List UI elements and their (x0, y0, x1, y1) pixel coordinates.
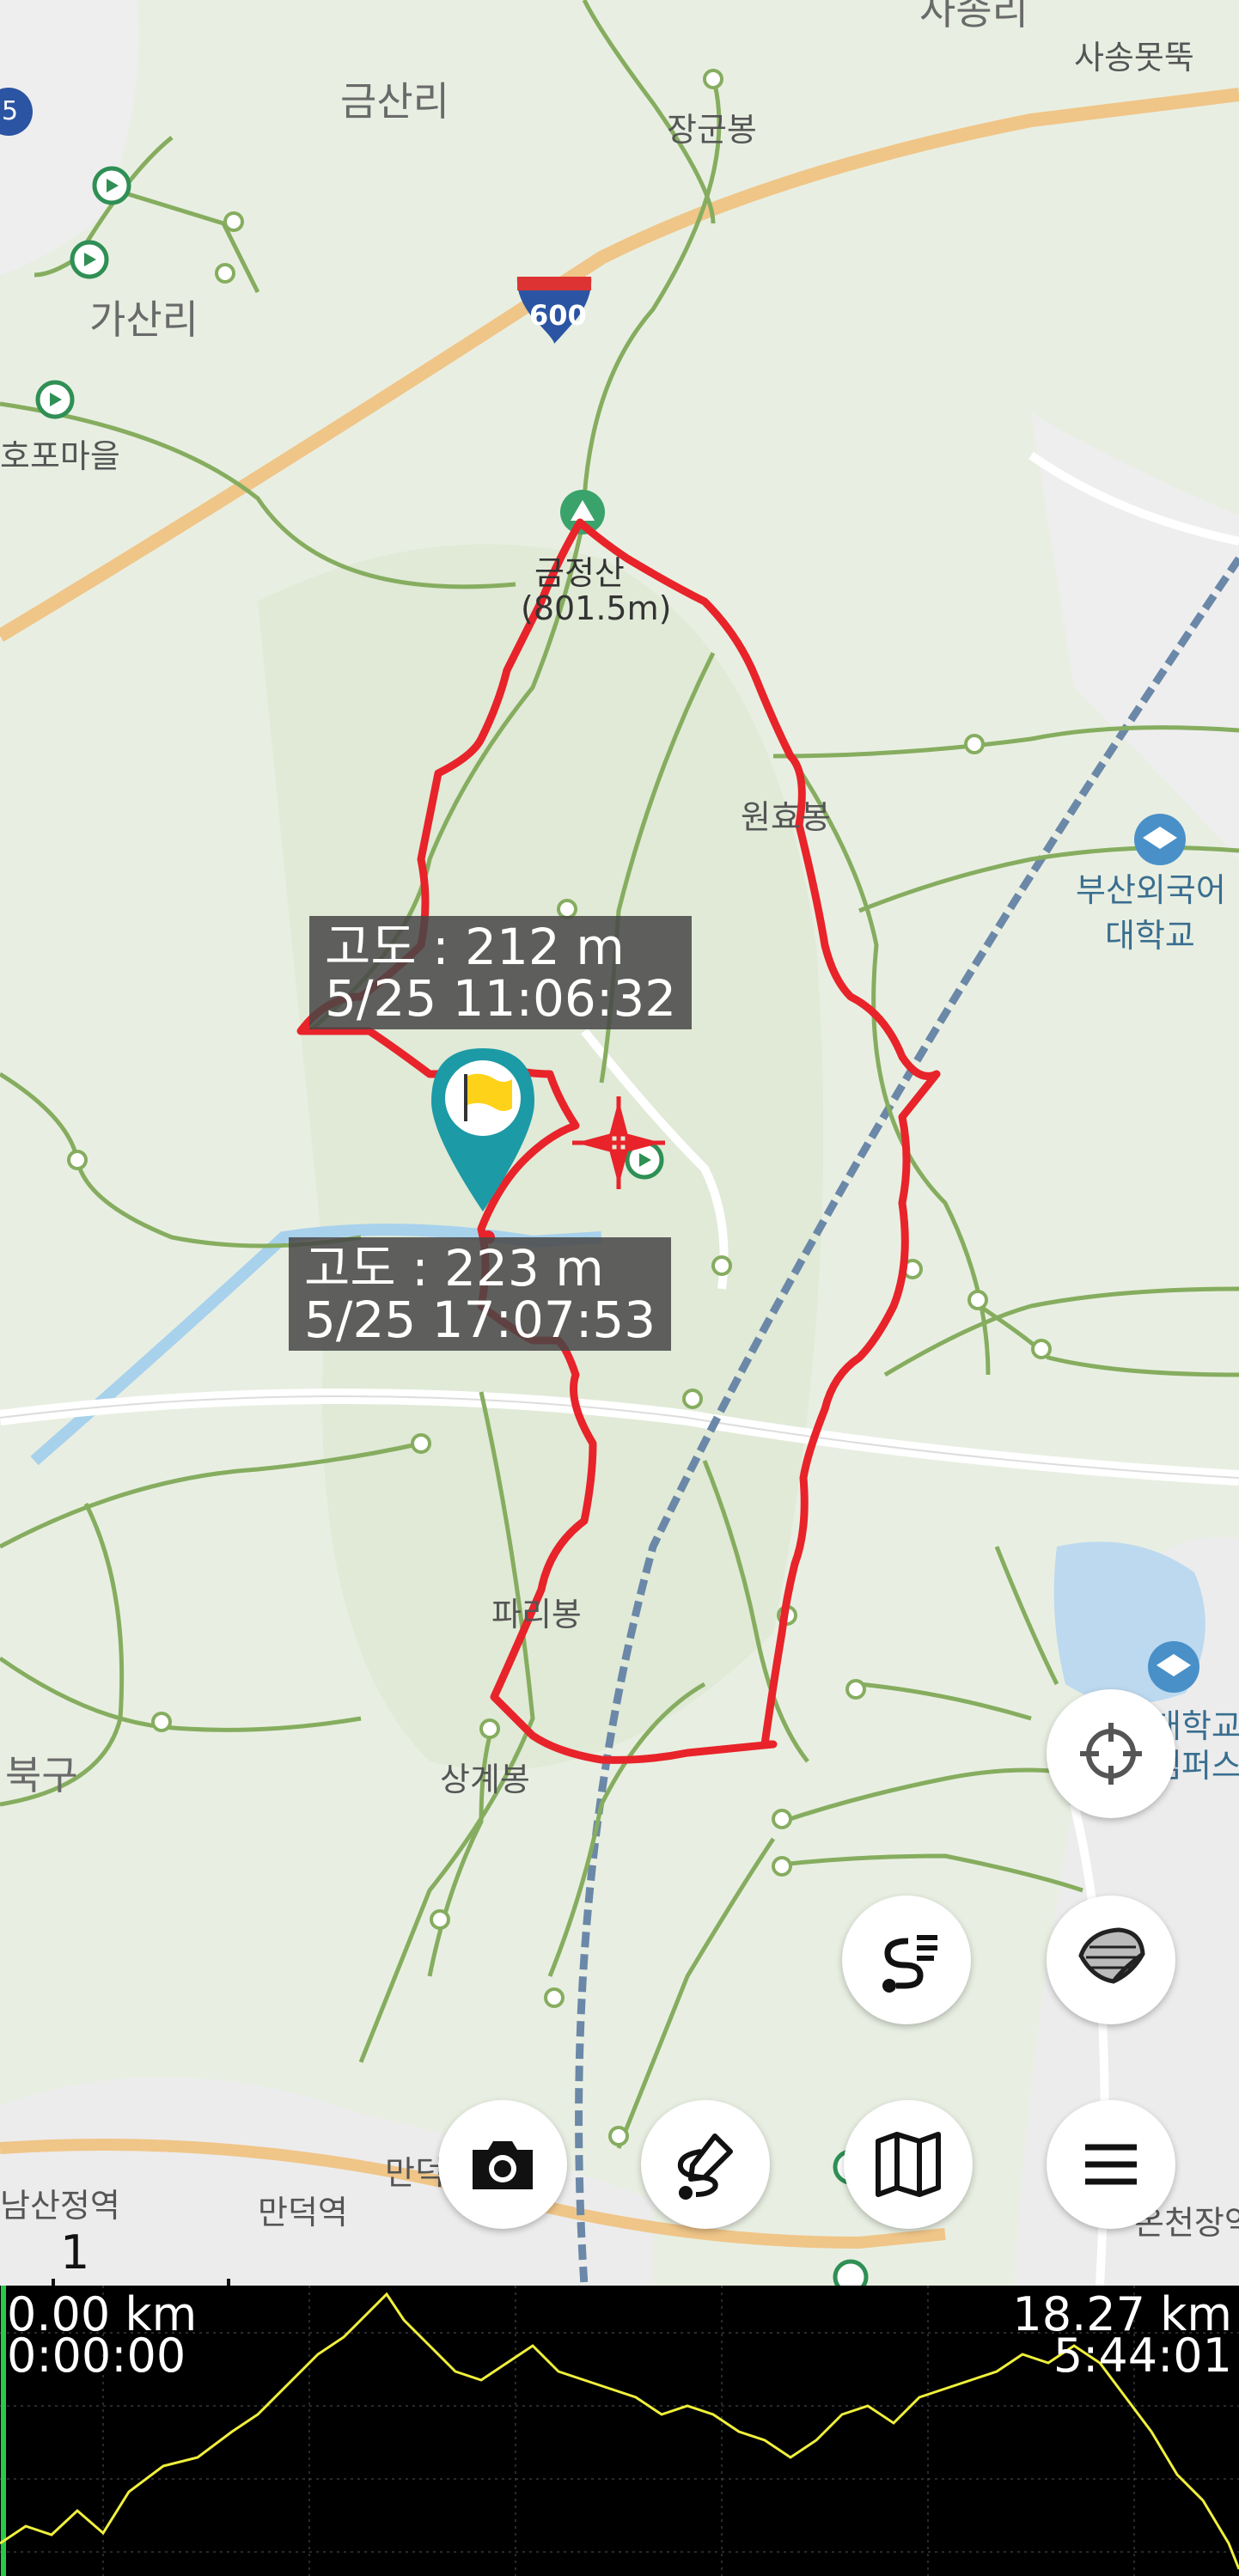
route-badge: 5 (2, 96, 19, 126)
station-label: 만덕역 (258, 2194, 348, 2231)
map-icon (876, 2132, 941, 2197)
map-view[interactable]: 금산리 장군봉 가산리 호포마을 금정산 (801.5m) 원효봉 부산외국어 … (0, 0, 1239, 2286)
elevation-profile[interactable]: 0.00 km 0:00:00 18.27 km 5:44:01 (0, 2286, 1239, 2576)
highway-number: 600 (529, 299, 587, 332)
peak-label: 금정산 (534, 554, 625, 592)
start-time: 0:00:00 (7, 2329, 186, 2383)
route-list-icon (882, 1935, 937, 1993)
peak-label: 상계봉 (440, 1761, 530, 1798)
draw-route-icon (677, 2133, 733, 2200)
track-list-button[interactable] (842, 1895, 971, 2024)
start-point-info: 고도 : 212 m 5/25 11:06:32 (309, 916, 693, 1029)
scale-label: 1 km (60, 2225, 132, 2286)
layers-icon (1078, 1927, 1145, 1984)
end-timestamp: 5/25 17:07:53 (304, 1291, 656, 1349)
peak-label: 파리봉 (491, 1596, 582, 1633)
place-label: 가산리 (89, 296, 198, 343)
place-label: 금산리 (340, 78, 449, 125)
place-label: 만덕 (385, 2154, 445, 2192)
menu-button[interactable] (1047, 2100, 1175, 2229)
place-label: 호포마을 (0, 437, 120, 475)
locate-button[interactable] (1047, 1689, 1175, 1818)
map-type-button[interactable] (844, 2100, 973, 2229)
crosshair-icon (1080, 1723, 1142, 1785)
end-time: 5:44:01 (1053, 2329, 1232, 2383)
layers-button[interactable] (1047, 1895, 1175, 2024)
place-label: 사송리 (919, 0, 1028, 34)
peak-elevation-label: (801.5m) (521, 589, 672, 627)
place-label: 사송못뚝 (1074, 39, 1194, 76)
start-timestamp: 5/25 11:06:32 (325, 969, 677, 1028)
start-elevation: 고도 : 212 m (325, 918, 625, 976)
station-label: 남산정역 (0, 2187, 120, 2225)
camera-icon (473, 2141, 533, 2189)
draw-route-button[interactable] (641, 2100, 770, 2229)
peak-label: 원효봉 (741, 798, 831, 836)
menu-icon (1085, 2144, 1137, 2185)
camera-button[interactable] (438, 2100, 567, 2229)
university-label: 대학교 (1105, 917, 1195, 955)
peak-label: 장군봉 (667, 111, 757, 149)
university-label: 부산외국어 (1076, 871, 1226, 909)
end-elevation: 고도 : 223 m (304, 1239, 604, 1297)
scale-line (52, 2279, 230, 2286)
end-point-info: 고도 : 223 m 5/25 17:07:53 (289, 1237, 672, 1351)
place-label: 북구 (5, 1752, 78, 1798)
